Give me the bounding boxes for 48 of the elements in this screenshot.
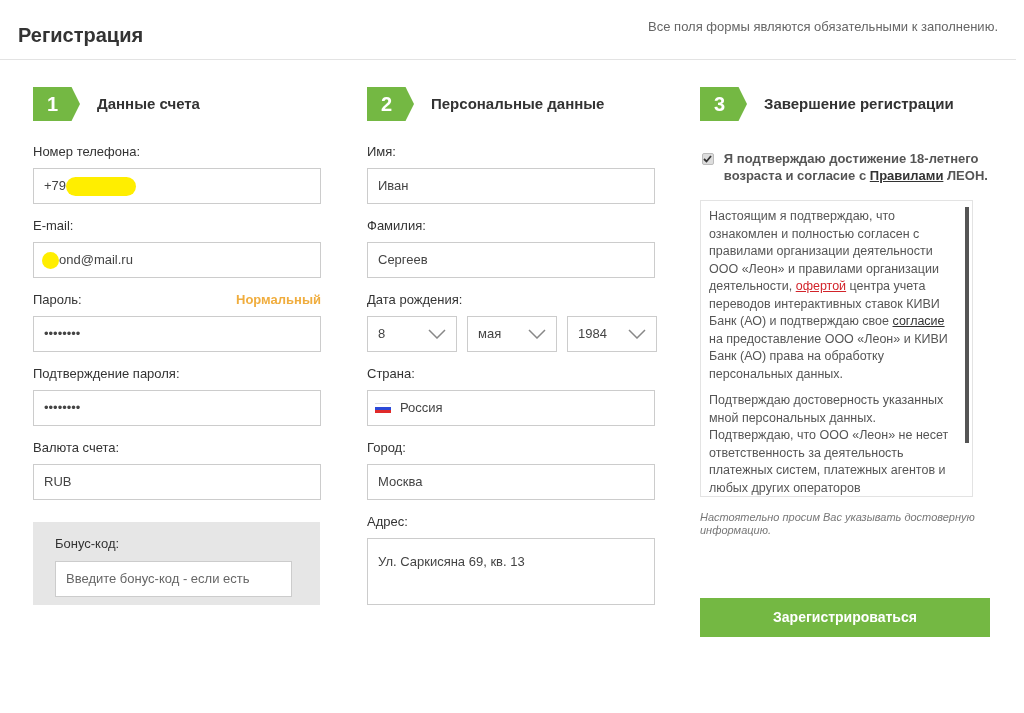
input-field[interactable]: •••••••• xyxy=(33,390,321,426)
field-label: E-mail: xyxy=(33,216,74,235)
select-dropdown[interactable]: мая xyxy=(467,316,557,352)
chevron-down-icon xyxy=(528,329,546,339)
field-label: Валюта счета: xyxy=(33,438,120,457)
chevron-down-icon xyxy=(428,329,446,339)
select-dropdown[interactable]: 1984 xyxy=(567,316,657,352)
country-select[interactable]: Россия xyxy=(367,390,655,426)
field-label: Подтверждение пароля: xyxy=(33,364,180,383)
input-field[interactable]: Сергеев xyxy=(367,242,655,278)
field-label: Номер телефона: xyxy=(33,142,140,161)
terms-paragraph: Настоящим я подтверждаю, что ознакомлен и полностью согласен с правилами организации деятельности ООО «Леон» и правилами организации деятельности, офертой центра учета переводов интерактивных ставок КИВИ Банк (АО) и подтверждаю свое согласие на предоставление ООО «Леон» и КИВИ Банк (АО) права на обработку персональных данных. xyxy=(709,208,949,383)
info-note: Настоятельно просим Вас указывать достоверную информацию. xyxy=(700,511,976,537)
field-label: Адрес: xyxy=(367,512,408,531)
required-fields-note: Все поля формы являются обязательными к заполнению. xyxy=(648,18,998,36)
step-title: Персональные данные xyxy=(431,93,605,114)
input-field[interactable]: Москва xyxy=(367,464,655,500)
age-consent-text: Я подтверждаю достижение 18-летнего возраста и согласие с Правилами ЛЕОН. xyxy=(723,150,989,184)
terms-link[interactable]: согласие xyxy=(892,314,945,328)
select-dropdown[interactable]: 8 xyxy=(367,316,457,352)
input-field[interactable]: RUB xyxy=(33,464,321,500)
terms-paragraph: Подтверждаю достоверность указанных мной персональных данных. Подтверждаю, что ООО «Леон» не несет ответственность за деятельность платежных систем, платежных агентов и любых других операторов xyxy=(709,392,950,496)
input-field[interactable]: Иван xyxy=(367,168,655,204)
page-title: Регистрация xyxy=(18,23,144,48)
flag-icon xyxy=(375,403,391,413)
input-field[interactable]: ond@mail.ru xyxy=(33,242,321,278)
terms-link[interactable]: Правилами xyxy=(869,168,944,183)
input-field[interactable]: •••••••• xyxy=(33,316,321,352)
password-strength: Нормальный xyxy=(236,290,321,309)
step-badge: 3 xyxy=(700,87,747,121)
agree-checkbox[interactable] xyxy=(702,153,714,165)
field-label: Пароль: xyxy=(33,290,82,309)
field-label: Дата рождения: xyxy=(367,290,463,309)
offer-link[interactable]: офертой xyxy=(795,279,847,293)
field-label: Имя: xyxy=(367,142,396,161)
chevron-down-icon xyxy=(628,329,646,339)
bonus-code-field[interactable]: Введите бонус-код - если есть xyxy=(55,560,292,597)
field-label: Город: xyxy=(367,438,406,457)
field-label: Страна: xyxy=(367,364,415,383)
step-title: Завершение регистрации xyxy=(764,93,954,114)
step-badge: 1 xyxy=(33,87,80,121)
step-title: Данные счета xyxy=(97,93,200,114)
field-label: Бонус-код: xyxy=(55,535,121,553)
step-badge: 2 xyxy=(367,87,414,121)
field-label: Фамилия: xyxy=(367,216,426,235)
scrollbar[interactable] xyxy=(965,207,969,443)
address-textarea[interactable]: Ул. Саркисяна 69, кв. 13 xyxy=(367,538,655,605)
input-field[interactable]: +79 xyxy=(33,168,321,204)
